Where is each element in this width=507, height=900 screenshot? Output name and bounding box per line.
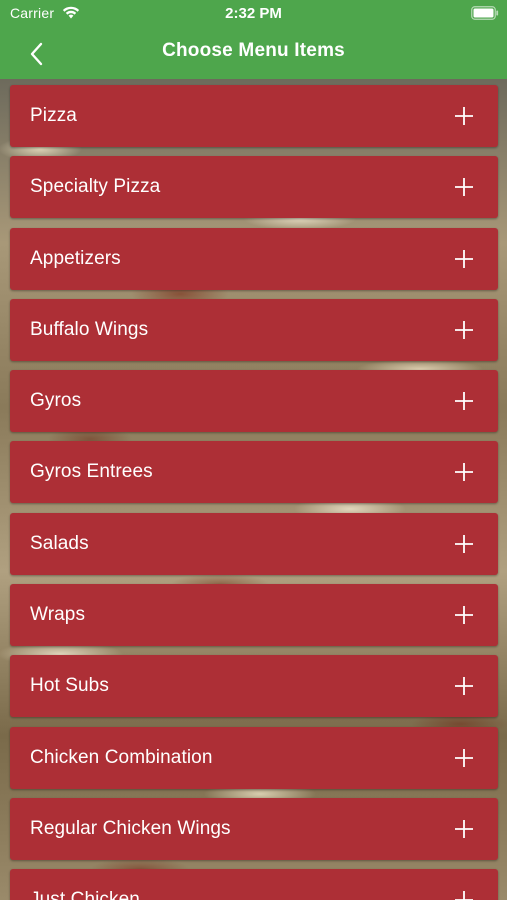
status-time: 2:32 PM [225, 5, 282, 22]
plus-icon[interactable] [454, 177, 474, 197]
plus-icon[interactable] [454, 748, 474, 768]
plus-icon[interactable] [454, 534, 474, 554]
menu-item-buffalo-wings[interactable]: Buffalo Wings [10, 298, 498, 361]
plus-icon[interactable] [454, 249, 474, 269]
menu-background: Pizza Specialty Pizza Appetizers Buffalo… [0, 79, 507, 900]
menu-item-salads[interactable]: Salads [10, 512, 498, 575]
page-title: Choose Menu Items [162, 40, 345, 61]
plus-icon[interactable] [454, 819, 474, 839]
menu-item-label: Buffalo Wings [30, 318, 149, 340]
plus-icon[interactable] [454, 890, 474, 900]
menu-item-label: Hot Subs [30, 675, 109, 697]
menu-item-label: Gyros [30, 390, 82, 412]
plus-icon[interactable] [454, 106, 474, 126]
menu-item-label: Salads [30, 532, 89, 554]
menu-item-appetizers[interactable]: Appetizers [10, 227, 498, 290]
menu-list: Pizza Specialty Pizza Appetizers Buffalo… [10, 85, 498, 900]
menu-item-label: Wraps [30, 604, 86, 626]
menu-item-hot-subs[interactable]: Hot Subs [10, 655, 498, 718]
menu-item-specialty-pizza[interactable]: Specialty Pizza [10, 156, 498, 219]
menu-item-gyros-entrees[interactable]: Gyros Entrees [10, 441, 498, 504]
menu-item-label: Chicken Combination [30, 746, 213, 768]
menu-item-label: Specialty Pizza [30, 176, 161, 198]
plus-icon[interactable] [454, 320, 474, 340]
menu-item-pizza[interactable]: Pizza [10, 85, 498, 147]
plus-icon[interactable] [454, 462, 474, 482]
menu-item-gyros[interactable]: Gyros [10, 370, 498, 433]
plus-icon[interactable] [454, 605, 474, 625]
menu-item-label: Gyros Entrees [30, 461, 153, 483]
battery-icon [471, 6, 499, 20]
navigation-bar: Carrier 2:32 PM Choose Menu Items [0, 0, 507, 79]
menu-item-label: Appetizers [30, 247, 121, 269]
plus-icon[interactable] [454, 391, 474, 411]
menu-item-regular-chicken-wings[interactable]: Regular Chicken Wings [10, 797, 498, 860]
menu-item-chicken-combination[interactable]: Chicken Combination [10, 726, 498, 789]
menu-item-label: Regular Chicken Wings [30, 817, 231, 839]
menu-item-just-chicken[interactable]: Just Chicken [10, 869, 498, 900]
menu-item-label: Just Chicken [30, 889, 140, 900]
menu-item-label: Pizza [30, 105, 77, 126]
menu-item-wraps[interactable]: Wraps [10, 584, 498, 647]
plus-icon[interactable] [454, 676, 474, 696]
